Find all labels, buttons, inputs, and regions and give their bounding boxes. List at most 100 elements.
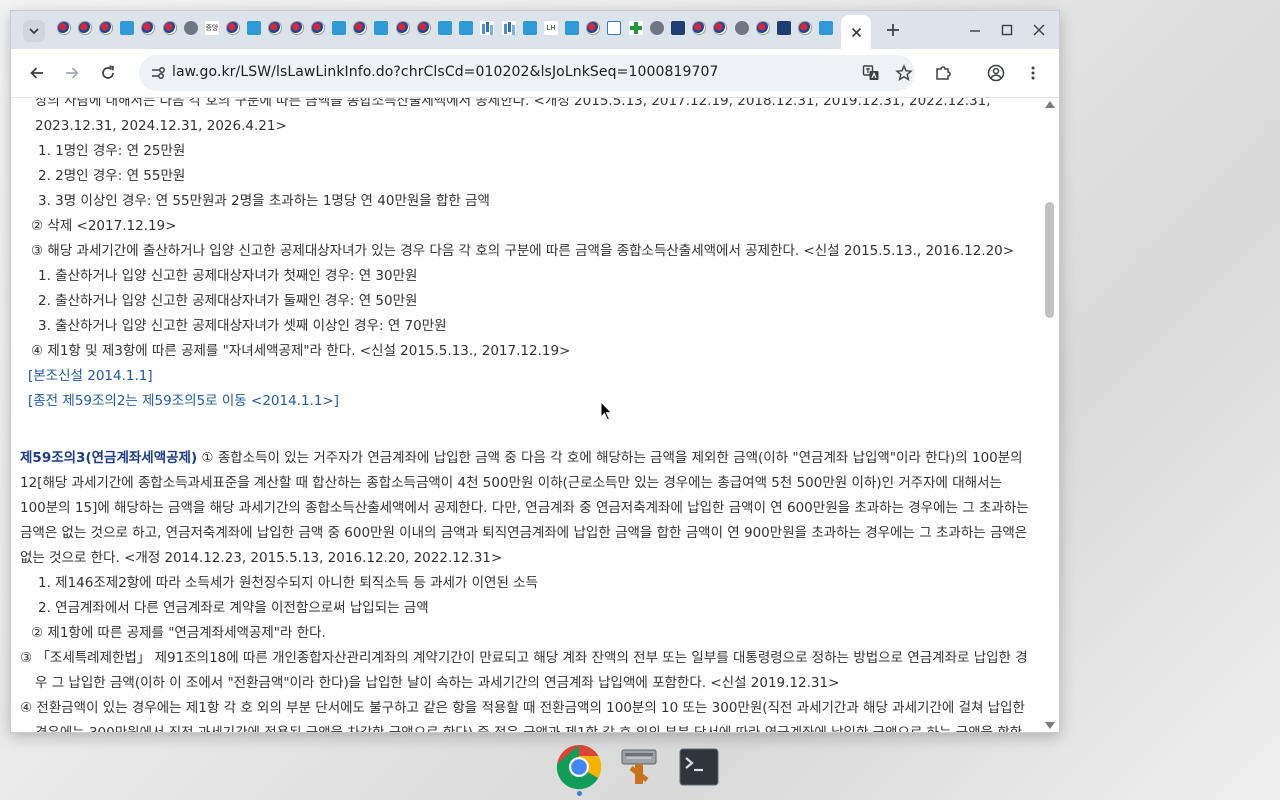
tab-favicon-gov-icon[interactable] [692,21,707,35]
article-title[interactable]: 제59조의3(연금계좌세액공제) [20,450,197,466]
minimize-icon [970,30,980,32]
address-bar[interactable]: law.go.kr/LSW/lsLawLinkInfo.do?chrClsCd=… [139,55,915,91]
chrome-icon [556,744,602,790]
tab-favicon-gov-icon[interactable] [226,21,241,35]
paragraph: ② 제1항에 따른 공제를 "연금계좌세액공제"라 한다. [31,625,326,641]
new-tab-icon[interactable] [884,21,902,39]
tab-favicon-bars-icon[interactable] [501,21,516,35]
tab-favicon-gov-icon[interactable] [353,21,368,35]
tab-favicon-doc-icon[interactable] [374,21,389,35]
terminal-icon [679,748,719,786]
menu-button[interactable] [1023,63,1043,83]
list-item: 3. 3명 이상인 경우: 연 55만원과 2명을 초과하는 1명당 연 40만… [38,193,490,209]
tab-favicon-gov-icon[interactable] [586,21,601,35]
maximize-icon [1001,24,1013,36]
tab-favicon-gov-icon[interactable] [416,21,431,35]
scroll-down-arrow-icon[interactable] [1045,722,1055,729]
tab-favicon-plus-icon[interactable] [628,21,643,35]
paragraph: ④ 전환금액이 있는 경우에는 제1항 각 호 외의 부분 단서에도 불구하고 … [20,700,1025,732]
tab-strip: 증앙 LH [11,11,1059,49]
article-paragraph: 제59조의3(연금계좌세액공제) ① 종합소득이 있는 거주자가 연금계좌에 납… [11,446,1041,571]
taskbar [546,740,734,796]
vertical-scrollbar[interactable] [1041,98,1059,732]
tab-favicon-doc-icon[interactable] [522,21,537,35]
extensions-button[interactable] [933,63,953,83]
tab-favicon-doc-icon[interactable] [819,21,834,35]
paragraph: ② 삭제 <2017.12.19> [31,218,177,234]
tab-search-button[interactable] [23,20,45,42]
tab-favicon-gov-icon[interactable] [395,21,410,35]
forward-button[interactable] [62,63,82,83]
article-body: ① 종합소득이 있는 거주자가 연금계좌에 납입한 금액 중 다음 각 호에 해… [20,450,1029,566]
paragraph-continuation: 상의 사람에 대해서는 다음 각 호의 구분에 따른 금액을 종합소득산출세액에… [35,98,991,134]
tab-favicon-globe-icon[interactable] [183,21,198,35]
taskbar-terminal[interactable] [676,744,722,790]
tab-favicon-doc-icon[interactable] [459,21,474,35]
minimize-button[interactable] [966,21,984,39]
list-item: 2. 출산하거나 입양 신고한 공제대상자녀가 둘째인 경우: 연 50만원 [38,293,418,309]
tab-favicon-house-icon[interactable] [607,21,622,35]
maximize-button[interactable] [998,21,1016,39]
tab-favicon-navy-icon[interactable] [671,21,686,35]
list-item: 1. 출산하거나 입양 신고한 공제대상자녀가 첫째인 경우: 연 30만원 [38,268,418,284]
close-icon[interactable] [851,27,862,38]
paragraph: ④ 제1항 및 제3항에 따른 공제를 "자녀세액공제"라 한다. <신설 20… [31,343,571,359]
tab-favicon-doc-icon[interactable] [247,21,262,35]
tab-favicon-gov-icon[interactable] [713,21,728,35]
moved-article-link[interactable]: [종전 제59조의2는 제59조의5로 이동 <2014.1.1>] [11,389,1041,414]
translate-icon [862,65,879,80]
back-arrow-icon [30,67,43,79]
tab-favicon-gov-icon[interactable] [56,21,71,35]
tab-favicon-gov-icon[interactable] [289,21,304,35]
profile-icon [987,64,1005,82]
tab-favicon-gov-icon[interactable] [162,21,177,35]
address-url[interactable]: law.go.kr/LSW/lsLawLinkInfo.do?chrClsCd=… [172,64,719,80]
tab-favicon-gov-icon[interactable] [141,21,156,35]
tab-favicon-doc-icon[interactable] [120,21,135,35]
close-window-button[interactable] [1030,21,1048,39]
close-icon [1033,24,1045,36]
tab-favicon-gov-icon[interactable] [310,21,325,35]
tab-favicon-text-icon[interactable]: 증앙 [204,21,219,35]
reload-button[interactable] [98,63,118,83]
reload-icon [102,65,114,79]
forward-arrow-icon [66,67,79,79]
list-item: 1. 제146조제2항에 따라 소득세가 원천징수되지 아니한 퇴직소득 등 과… [38,575,539,591]
list-item: 2. 2명인 경우: 연 55만원 [38,168,186,184]
scrollbar-thumb[interactable] [1045,202,1054,318]
list-item: 2. 연금계좌에서 다른 연금계좌로 계약을 이전함으로써 납입되는 금액 [38,600,429,616]
page-content: 상의 사람에 대해서는 다음 각 호의 구분에 따른 금액을 종합소득산출세액에… [11,98,1041,732]
tab-list: 증앙 LH [53,21,858,41]
scroll-up-arrow-icon[interactable] [1045,101,1055,108]
tab-favicon-gov-icon[interactable] [268,21,283,35]
chevron-down-icon [29,28,39,35]
site-info-icon[interactable] [149,64,167,82]
tab-favicon-doc-icon[interactable] [437,21,452,35]
taskbar-chrome[interactable] [556,744,602,796]
law-document: 상의 사람에 대해서는 다음 각 호의 구분에 따른 금액을 종합소득산출세액에… [11,98,1041,732]
translate-button[interactable] [861,63,881,83]
paragraph: ③ 「조세특례제한법」 제91조의18에 따른 개인종합자산관리계좌의 계약기간… [20,650,1028,691]
taskbar-system-tool[interactable] [616,744,662,790]
puzzle-icon [936,66,951,80]
tab-favicon-bars-icon[interactable] [480,21,495,35]
tab-favicon-text-icon[interactable]: LH [543,21,558,35]
tab-favicon-navy-icon[interactable] [776,21,791,35]
profile-button[interactable] [986,63,1006,83]
paragraph: ③ 해당 과세기간에 출산하거나 입양 신고한 공제대상자녀가 있는 경우 다음… [31,243,1015,259]
star-icon [895,64,913,81]
tab-favicon-gov-icon[interactable] [755,21,770,35]
tab-favicon-gov-icon[interactable] [98,21,113,35]
tab-favicon-globe-icon[interactable] [734,21,749,35]
mouse-cursor-icon [600,401,613,421]
active-tab[interactable] [841,15,871,49]
tab-favicon-doc-icon[interactable] [332,21,347,35]
tab-favicon-gov-icon[interactable] [77,21,92,35]
back-button[interactable] [27,63,47,83]
tab-favicon-globe-icon[interactable] [649,21,664,35]
bookmark-button[interactable] [894,63,914,83]
amendment-link[interactable]: [본조신설 2014.1.1] [11,364,1041,389]
tab-favicon-doc-icon[interactable] [565,21,580,35]
tab-favicon-gov-icon[interactable] [798,21,813,35]
browser-toolbar: law.go.kr/LSW/lsLawLinkInfo.do?chrClsCd=… [11,49,1059,98]
